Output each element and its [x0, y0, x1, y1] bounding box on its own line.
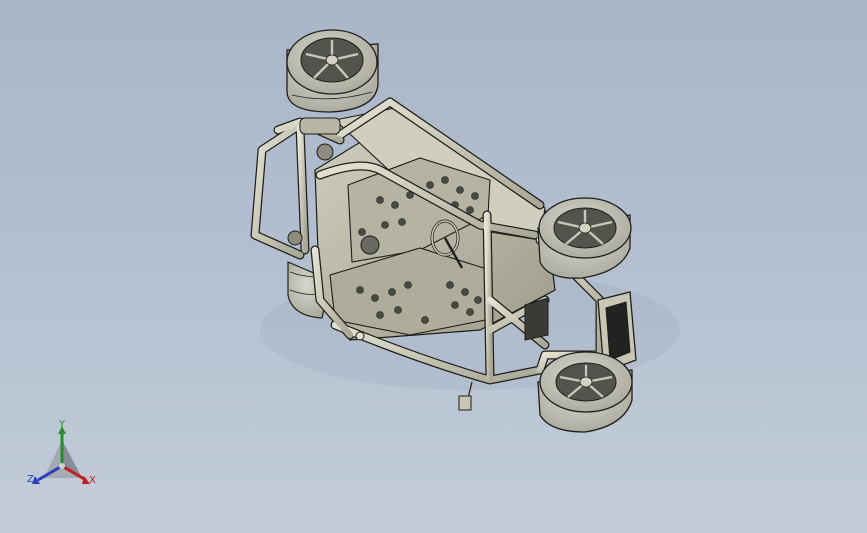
orientation-triad[interactable]: Y Z X	[20, 418, 110, 498]
triad-y-label: Y	[59, 419, 66, 430]
triad-graphic	[32, 426, 90, 484]
go-kart-chassis-model[interactable]	[0, 0, 867, 533]
graphics-viewport[interactable]: Y Z X	[0, 0, 867, 533]
triad-z-label: Z	[27, 474, 34, 485]
wheel-front-left[interactable]	[537, 351, 633, 433]
triad-x-label: X	[89, 475, 96, 486]
front-panel	[524, 297, 549, 341]
wheel-front-right[interactable]	[537, 197, 632, 279]
wheel-rear-top[interactable]	[286, 29, 379, 113]
